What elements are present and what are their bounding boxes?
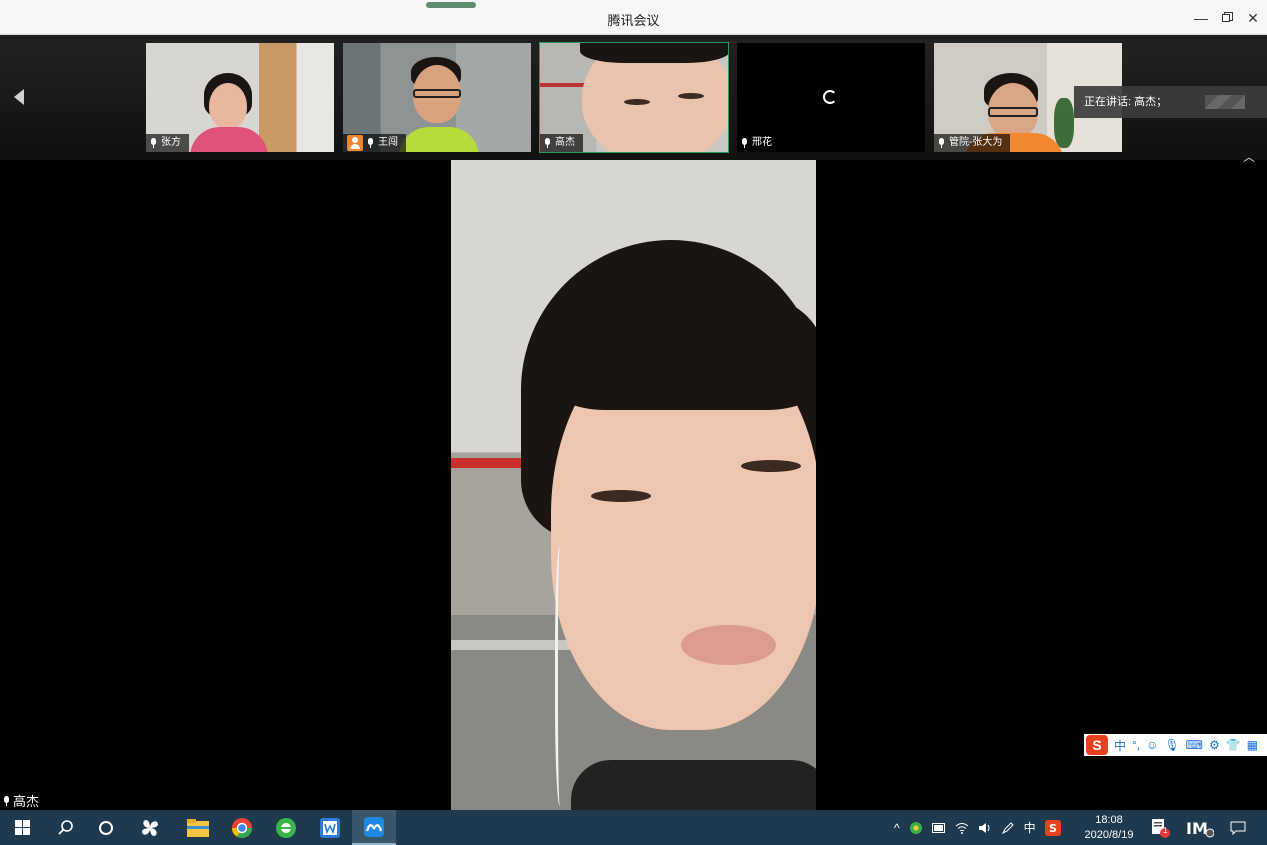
voice-input-icon[interactable]: 🎙 xyxy=(1164,738,1179,752)
microphone-icon xyxy=(367,138,374,148)
folder-icon xyxy=(187,818,209,837)
wps-app[interactable] xyxy=(308,810,352,845)
participant-name: 张方 xyxy=(161,137,181,148)
participant-tile-active[interactable]: 高杰 xyxy=(539,42,729,153)
signal-icon xyxy=(1205,95,1245,109)
microphone-icon xyxy=(3,795,10,806)
keyboard-icon[interactable]: ⌨ xyxy=(1186,738,1203,752)
search-button[interactable] xyxy=(44,810,88,845)
participant-name: 王闯 xyxy=(378,137,398,148)
ime-punct-toggle[interactable]: °, xyxy=(1132,738,1140,752)
clock-date: 2020/8/19 xyxy=(1084,829,1134,841)
microphone-icon xyxy=(544,138,551,148)
active-speaker-label: 高杰 xyxy=(3,791,39,810)
svg-text:IM: IM xyxy=(1186,819,1208,838)
sogou-ime-icon[interactable]: S xyxy=(1086,735,1108,755)
pinwheel-icon xyxy=(142,819,158,836)
wifi-icon[interactable] xyxy=(955,822,969,834)
drag-handle[interactable] xyxy=(426,2,476,8)
avatar-icon xyxy=(347,135,363,151)
participant-tile[interactable]: 张方 xyxy=(146,43,334,152)
browser-app[interactable] xyxy=(220,810,264,845)
windows-taskbar: ^ 中 S 18:08 2020/8/19 1 IM xyxy=(0,810,1267,845)
ie-browser-app[interactable] xyxy=(264,810,308,845)
cortana-button[interactable] xyxy=(84,810,128,845)
microphone-icon xyxy=(741,138,748,148)
start-button[interactable] xyxy=(0,810,44,845)
participant-name: 管院-张大为 xyxy=(949,137,1003,148)
tencent-meeting-app[interactable] xyxy=(352,810,396,845)
system-tray: ^ 中 S xyxy=(894,810,1061,845)
im-icon: IM xyxy=(1186,819,1214,838)
notification-badge-count: 1 xyxy=(1163,826,1168,835)
wps-icon xyxy=(320,817,340,838)
action-center-icon xyxy=(1230,821,1246,835)
participant-name: 邢花 xyxy=(752,137,772,148)
clock[interactable]: 18:08 2020/8/19 xyxy=(1080,813,1138,843)
participant-tile[interactable]: 王闯 xyxy=(343,43,531,152)
im-app[interactable]: IM xyxy=(1180,810,1220,845)
speaking-indicator: 正在讲话: 高杰； xyxy=(1074,86,1267,118)
speaking-text: 正在讲话: 高杰； xyxy=(1084,96,1168,108)
participant-tile[interactable]: 邢花 xyxy=(737,43,925,152)
microphone-icon xyxy=(938,138,945,148)
collapse-strip-button[interactable]: ︿ xyxy=(1243,148,1255,165)
search-icon xyxy=(58,819,73,835)
svg-text:S: S xyxy=(1049,822,1057,835)
tencent-meeting-icon xyxy=(364,816,384,837)
input-language-indicator[interactable]: 中 xyxy=(1024,819,1036,836)
app-window: 腾讯会议 — ✕ 张方 王闯 高杰 邢花 管院-张大为 正在讲话: 高杰； ︿ … xyxy=(0,0,1267,845)
pen-icon[interactable] xyxy=(1001,821,1015,835)
notification-app[interactable]: 1 xyxy=(1140,810,1180,845)
restore-button[interactable] xyxy=(1217,8,1237,28)
battery-icon[interactable] xyxy=(931,822,946,833)
file-explorer-app[interactable] xyxy=(176,810,220,845)
show-hidden-icons-icon[interactable]: ^ xyxy=(894,821,900,835)
ime-toolbar: S 中 °, ☺ 🎙 ⌨ ⚙ 👕 ▦ xyxy=(1084,734,1267,756)
volume-icon[interactable] xyxy=(978,822,992,834)
restore-icon xyxy=(1221,12,1233,22)
clock-time: 18:08 xyxy=(1095,814,1123,826)
green-status-icon[interactable] xyxy=(909,821,923,835)
windows-logo-icon xyxy=(14,820,30,835)
title-bar: 腾讯会议 — ✕ xyxy=(0,0,1267,35)
participant-name: 高杰 xyxy=(555,137,575,148)
edge-icon xyxy=(276,817,296,838)
loading-spinner-icon xyxy=(823,90,837,104)
emoji-icon[interactable]: ☺ xyxy=(1146,738,1158,752)
sogou-tray-icon[interactable]: S xyxy=(1044,819,1061,836)
pinwheel-app[interactable] xyxy=(128,810,172,845)
participant-strip: 张方 王闯 高杰 邢花 管院-张大为 正在讲话: 高杰； ︿ xyxy=(0,35,1267,164)
close-button[interactable]: ✕ xyxy=(1243,8,1263,28)
action-center-button[interactable] xyxy=(1218,810,1258,845)
menu-grid-icon[interactable]: ▦ xyxy=(1247,738,1258,752)
minimize-button[interactable]: — xyxy=(1191,8,1211,28)
tools-icon[interactable]: ⚙ xyxy=(1209,738,1220,752)
prev-page-icon[interactable] xyxy=(14,89,24,105)
ime-mode-toggle[interactable]: 中 xyxy=(1114,737,1126,754)
microphone-icon xyxy=(150,138,157,148)
skin-icon[interactable]: 👕 xyxy=(1226,738,1241,752)
main-video xyxy=(451,160,816,810)
document-badge-icon xyxy=(1152,818,1170,838)
active-speaker-name: 高杰 xyxy=(13,794,40,809)
window-title: 腾讯会议 xyxy=(607,13,660,28)
circle-icon xyxy=(99,820,113,835)
browser-icon xyxy=(231,817,253,838)
